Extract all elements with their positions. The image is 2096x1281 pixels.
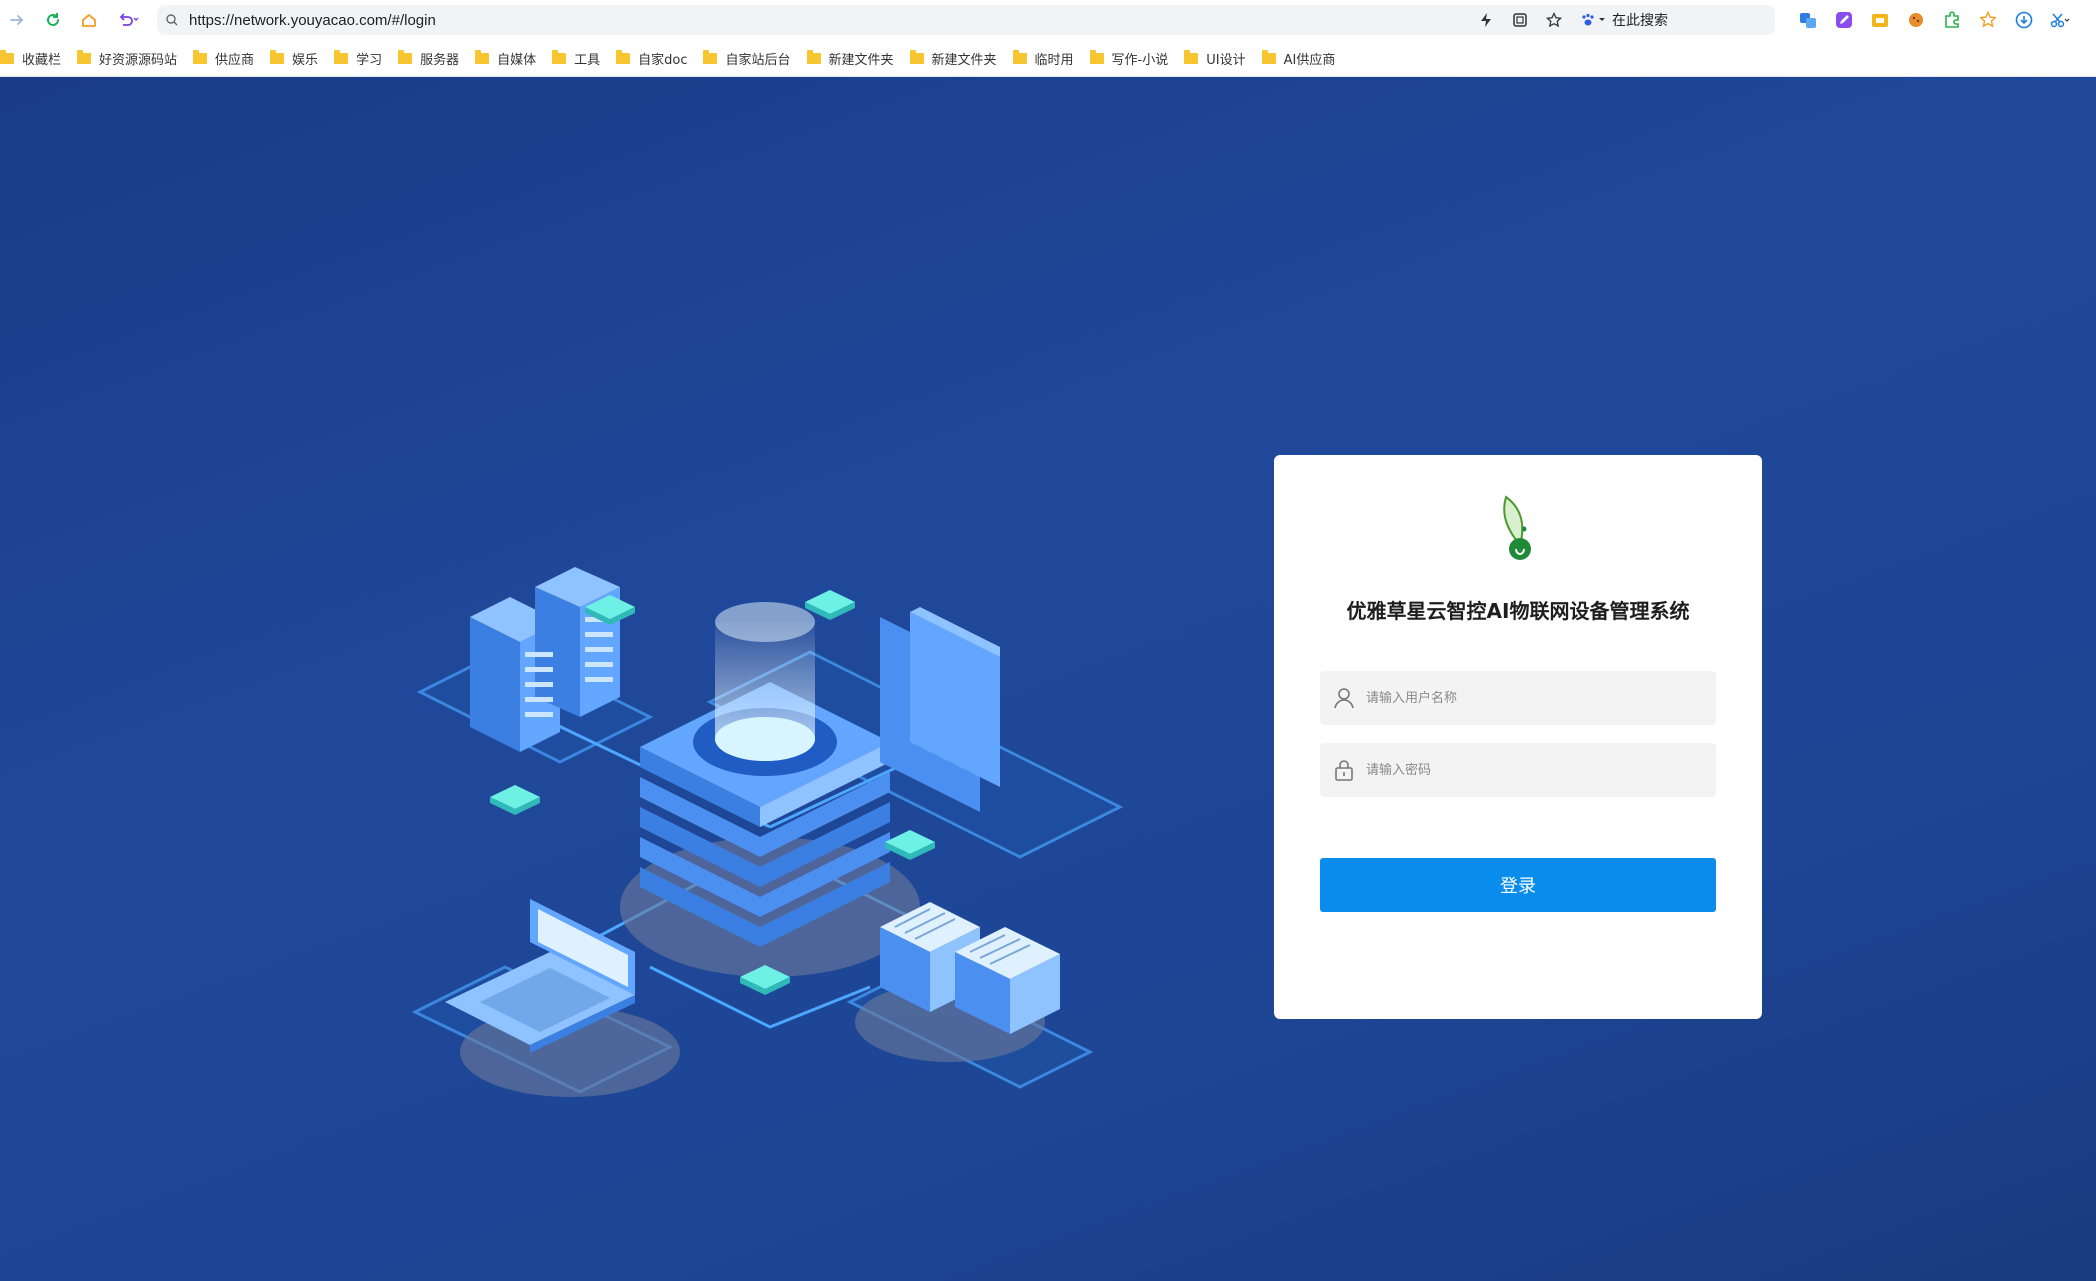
- folder-icon: [552, 49, 567, 64]
- bookmark-label: 学习: [356, 52, 383, 68]
- bookmark-label: 娱乐: [292, 52, 319, 68]
- bookmark-item[interactable]: 自家doc: [616, 45, 693, 71]
- folder-icon: [1012, 49, 1027, 64]
- bookmark-item[interactable]: 娱乐: [270, 45, 324, 71]
- username-input[interactable]: [1364, 689, 1698, 707]
- bookmark-item[interactable]: 供应商: [193, 45, 260, 71]
- bookmark-label: 收藏栏: [22, 52, 62, 68]
- bookmark-item[interactable]: 工具: [552, 45, 606, 71]
- bookmark-item[interactable]: 写作-小说: [1089, 45, 1175, 71]
- folder-icon: [1184, 49, 1199, 64]
- bookmark-item[interactable]: 自媒体: [475, 45, 542, 71]
- leaf-logo-icon: [1503, 495, 1531, 560]
- folder-icon: [334, 49, 349, 64]
- bookmark-label: 服务器: [420, 52, 460, 68]
- bookmark-label: 好资源源码站: [99, 52, 178, 68]
- bookmark-item[interactable]: AI供应商: [1261, 45, 1342, 71]
- bookmark-item[interactable]: 临时用: [1012, 45, 1080, 71]
- folder-icon: [1089, 49, 1104, 64]
- search-icon: [166, 14, 178, 26]
- bookmark-label: AI供应商: [1283, 52, 1336, 68]
- bookmark-label: 新建文件夹: [828, 52, 894, 68]
- chevron-down-icon: [1599, 18, 1605, 21]
- reload-button[interactable]: [36, 3, 70, 37]
- forward-button[interactable]: [0, 3, 34, 37]
- username-field[interactable]: [1320, 671, 1716, 725]
- address-bar[interactable]: https://network.youyacao.com/#/login 在此搜…: [157, 5, 1775, 35]
- password-input[interactable]: [1364, 761, 1698, 779]
- bookmark-label: 自家站后台: [725, 52, 791, 68]
- undo-icon: [119, 13, 139, 26]
- lightning-icon[interactable]: [1472, 5, 1500, 35]
- home-button[interactable]: [72, 3, 106, 37]
- bookmark-item[interactable]: 自家站后台: [703, 45, 796, 71]
- password-field[interactable]: [1320, 743, 1716, 797]
- bookmark-item[interactable]: 新建文件夹: [909, 45, 1003, 71]
- download-icon[interactable]: [2006, 5, 2042, 35]
- login-button[interactable]: 登录: [1320, 858, 1716, 912]
- favorites-icon[interactable]: [1970, 5, 2006, 35]
- reader-mode-icon[interactable]: [1506, 5, 1534, 35]
- bookmark-label: 写作-小说: [1111, 52, 1169, 68]
- bookmark-label: 工具: [574, 52, 601, 68]
- search-engine-box[interactable]: 在此搜索: [1580, 5, 1775, 35]
- bookmark-item[interactable]: 收藏栏: [0, 45, 67, 71]
- extensions-area: [1790, 5, 2078, 35]
- arrow-right-icon: [10, 15, 24, 25]
- translate-icon[interactable]: [1790, 5, 1826, 35]
- puzzle-icon[interactable]: [1934, 5, 1970, 35]
- folder-icon: [398, 49, 413, 64]
- folder-icon: [270, 49, 285, 64]
- bookmark-label: 新建文件夹: [931, 52, 997, 68]
- url-text[interactable]: https://network.youyacao.com/#/login: [189, 12, 436, 29]
- bookmark-label: 临时用: [1034, 52, 1074, 68]
- scissors-icon[interactable]: [2042, 5, 2078, 35]
- folder-icon: [193, 49, 208, 64]
- login-card: 优雅草星云智控AI物联网设备管理系统 登录: [1274, 455, 1762, 1019]
- bookmark-label: 自媒体: [497, 52, 537, 68]
- folder-icon: [475, 49, 490, 64]
- bookmark-item[interactable]: 服务器: [398, 45, 465, 71]
- bookmark-label: 供应商: [215, 52, 255, 68]
- cookie-icon[interactable]: [1898, 5, 1934, 35]
- bookmark-label: 自家doc: [638, 52, 688, 68]
- browser-toolbar: https://network.youyacao.com/#/login 在此搜…: [0, 0, 2096, 40]
- folder-icon: [703, 49, 718, 64]
- bookmark-label: UI设计: [1206, 52, 1246, 68]
- reload-icon: [47, 13, 59, 26]
- folder-icon: [1261, 49, 1276, 64]
- folder-icon: [806, 49, 821, 64]
- edit-icon[interactable]: [1826, 5, 1862, 35]
- folder-icon: [77, 49, 92, 64]
- lock-icon: [1335, 760, 1353, 781]
- bookmark-item[interactable]: UI设计: [1184, 45, 1251, 71]
- folder-icon: [909, 49, 924, 64]
- server-network-illustration: [411, 567, 1124, 1097]
- bookmark-item[interactable]: 新建文件夹: [806, 45, 900, 71]
- bookmark-item[interactable]: 学习: [334, 45, 388, 71]
- bookmarks-bar: 收藏栏 好资源源码站 供应商 娱乐 学习 服务器 自媒体 工具 自家doc 自家站后台 新建文件夹 新…: [0, 40, 2096, 77]
- system-title: 优雅草星云智控AI物联网设备管理系统: [1346, 599, 1690, 623]
- paw-icon: [1582, 13, 1594, 26]
- folder-icon: [616, 49, 631, 64]
- folder-ext-icon[interactable]: [1862, 5, 1898, 35]
- user-icon: [1334, 688, 1354, 709]
- login-page: 优雅草星云智控AI物联网设备管理系统 登录: [0, 77, 2096, 1281]
- search-placeholder: 在此搜索: [1612, 13, 1668, 29]
- folder-icon: [0, 49, 14, 64]
- undo-close-button[interactable]: [108, 3, 148, 37]
- bookmark-item[interactable]: 好资源源码站: [77, 45, 183, 71]
- home-icon: [82, 14, 96, 27]
- star-icon[interactable]: [1540, 5, 1568, 35]
